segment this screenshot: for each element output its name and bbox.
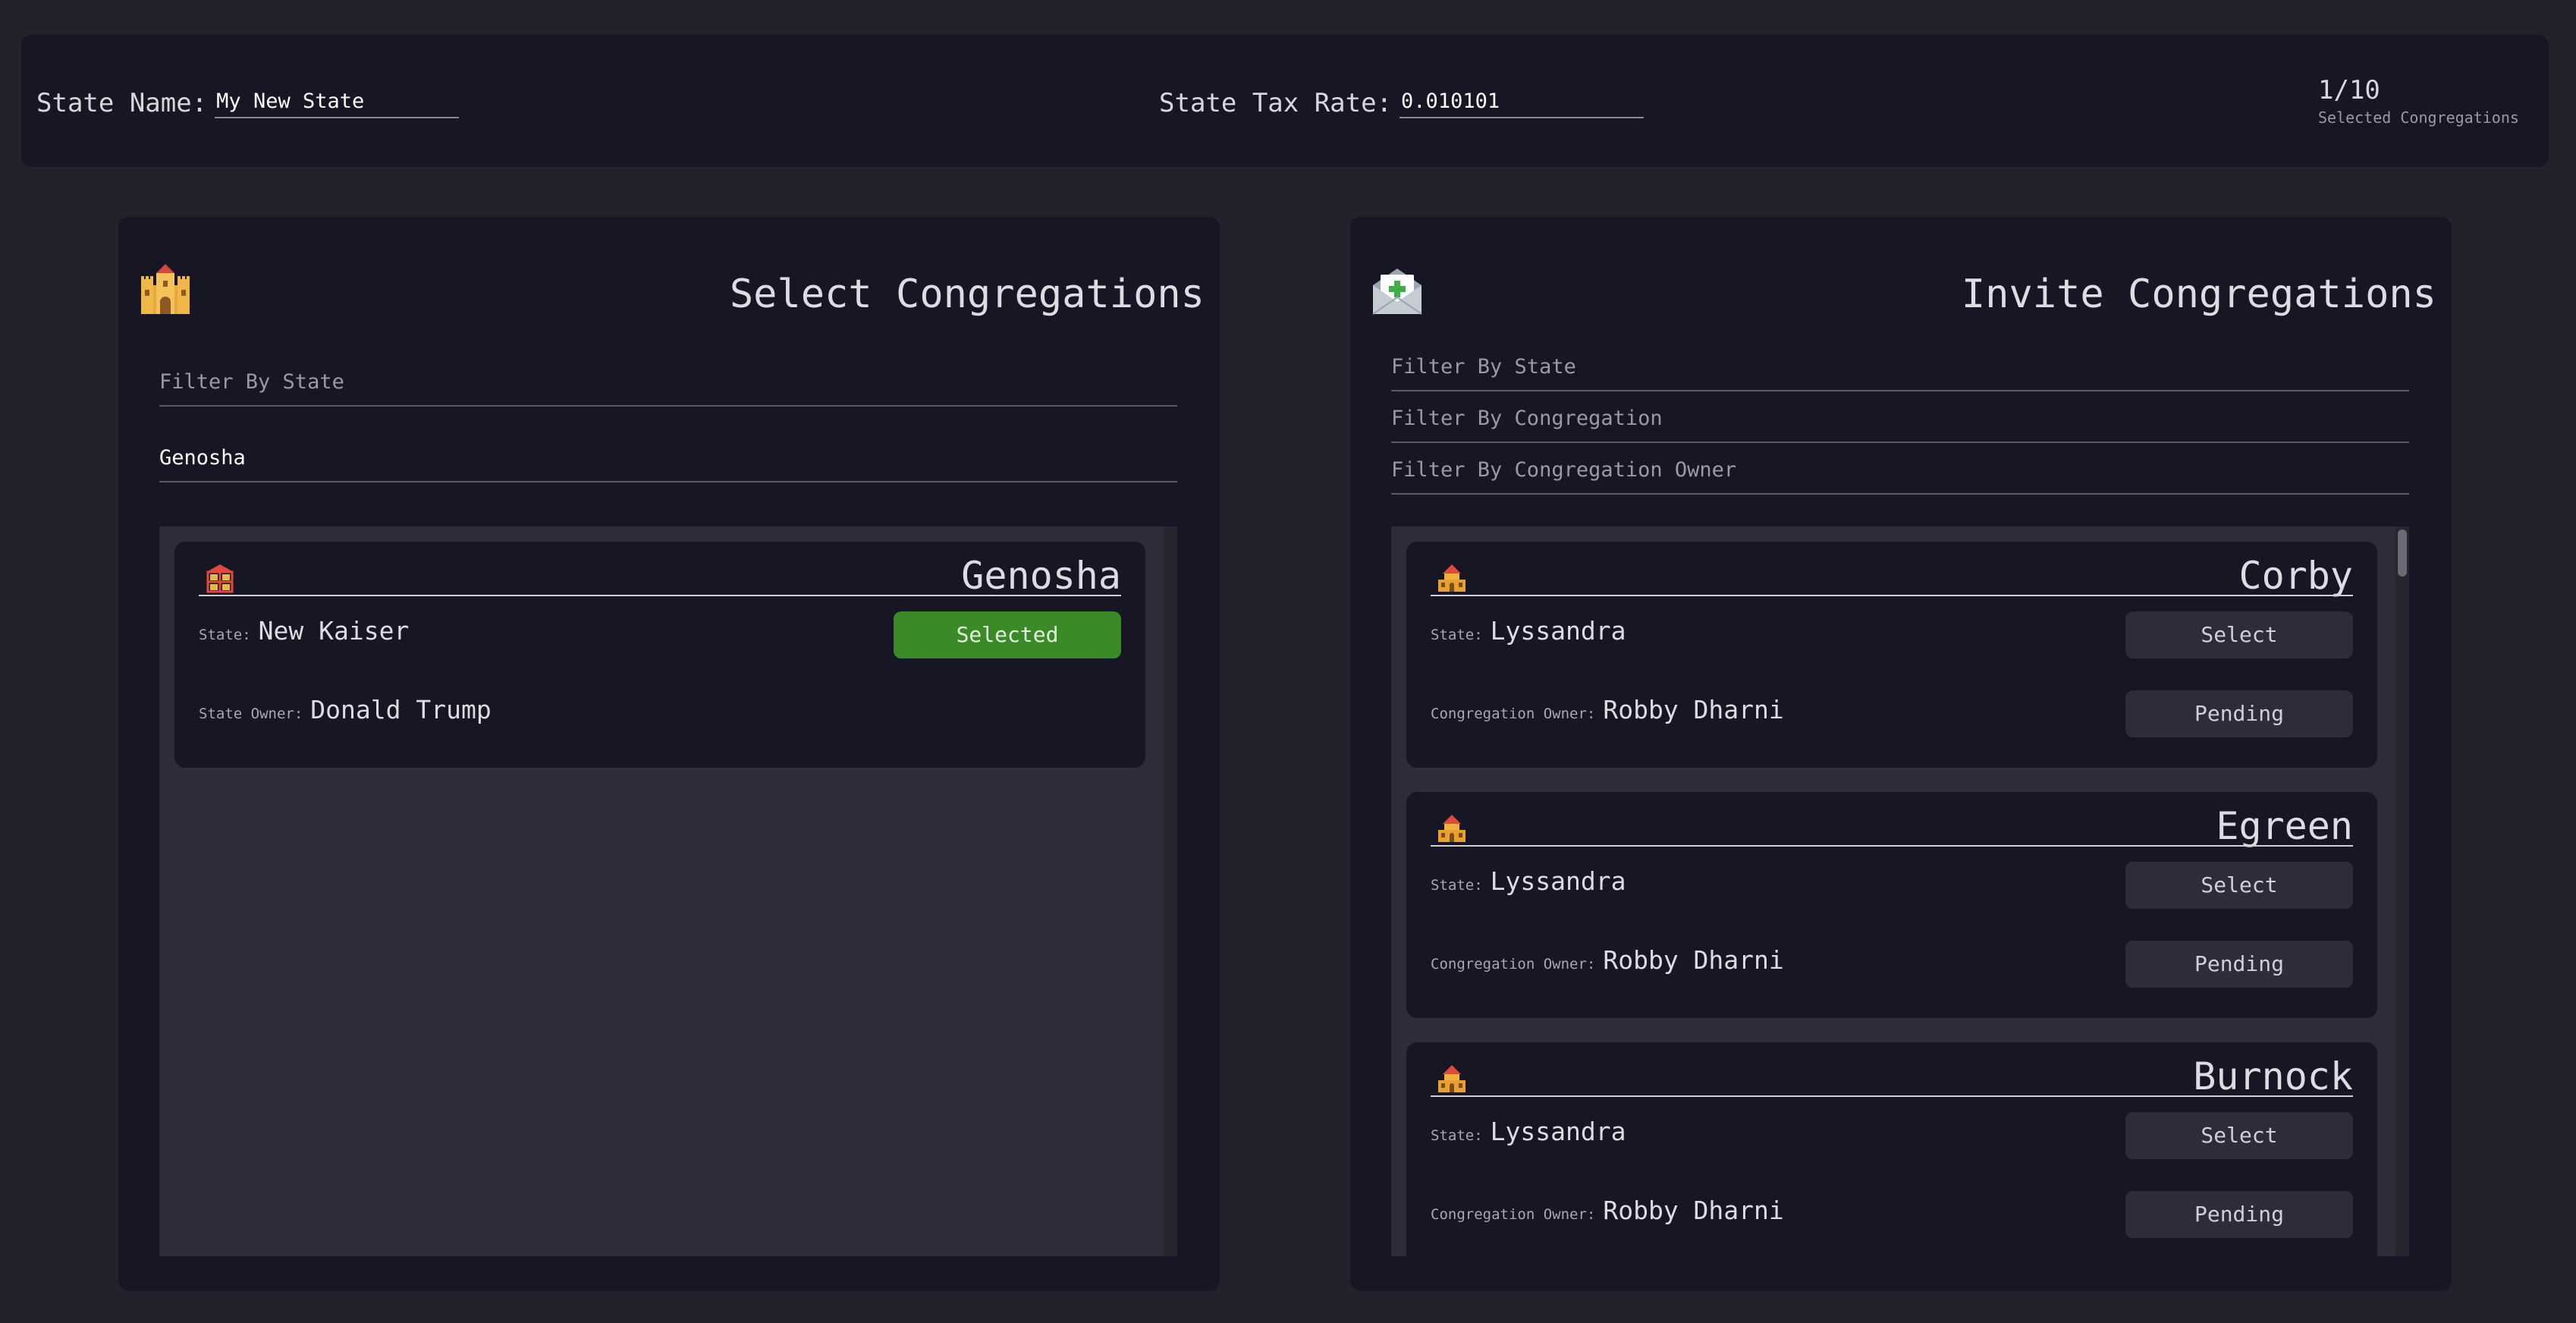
owner-value: Robby Dharni bbox=[1603, 1196, 1784, 1225]
card-title: Egreen bbox=[2216, 804, 2353, 848]
state-row: State: Lyssandra bbox=[1431, 1117, 1626, 1146]
selected-count-label: Selected Congregations bbox=[2318, 108, 2519, 127]
scrollbar-thumb[interactable] bbox=[2398, 530, 2407, 577]
tax-rate-field: State Tax Rate: 0.010101 bbox=[1159, 85, 1645, 118]
owner-value: Robby Dharni bbox=[1603, 695, 1784, 724]
filter-by-state-input[interactable]: Filter By State bbox=[159, 361, 1177, 407]
envelope-plus-icon bbox=[1372, 269, 1422, 315]
pending-button[interactable]: Pending bbox=[2125, 1191, 2353, 1238]
state-label: State: bbox=[1431, 627, 1483, 643]
invite-panel-title: Invite Congregations bbox=[1961, 272, 2436, 317]
filter-by-owner-input[interactable]: Filter By Congregation Owner bbox=[1391, 449, 2409, 495]
owner-label: Congregation Owner: bbox=[1431, 705, 1596, 722]
state-row: State: Lyssandra bbox=[1431, 616, 1626, 646]
state-value: Lyssandra bbox=[1490, 1117, 1626, 1146]
temple-icon bbox=[1438, 815, 1465, 842]
owner-row: Congregation Owner: Robby Dharni bbox=[1431, 945, 1784, 975]
tax-rate-label: State Tax Rate: bbox=[1159, 88, 1393, 118]
owner-row: State Owner: Donald Trump bbox=[199, 695, 492, 724]
congregation-card: Egreen State: Lyssandra Congregation Own… bbox=[1406, 792, 2377, 1018]
selected-counter: 1/10 Selected Congregations bbox=[2318, 73, 2519, 127]
card-title: Corby bbox=[2238, 554, 2353, 598]
divider bbox=[199, 595, 1121, 596]
selected-button[interactable]: Selected bbox=[894, 611, 1121, 658]
scrollbar[interactable] bbox=[1164, 526, 1177, 1256]
state-label: State: bbox=[1431, 1127, 1483, 1144]
owner-value: Donald Trump bbox=[310, 695, 492, 724]
filter-by-congregation-input[interactable]: Filter By Congregation bbox=[1391, 398, 2409, 443]
select-button[interactable]: Select bbox=[2125, 862, 2353, 909]
state-name-field: State Name: My New State bbox=[36, 85, 460, 118]
scrollbar[interactable] bbox=[2395, 526, 2409, 1256]
congregation-card: Corby State: Lyssandra Congregation Owne… bbox=[1406, 542, 2377, 768]
select-button[interactable]: Select bbox=[2125, 611, 2353, 658]
invite-congregation-list: Corby State: Lyssandra Congregation Owne… bbox=[1391, 526, 2409, 1256]
state-label: State: bbox=[199, 627, 251, 643]
owner-value: Robby Dharni bbox=[1603, 945, 1784, 975]
divider bbox=[1431, 1095, 2353, 1097]
state-row: State: Lyssandra bbox=[1431, 866, 1626, 896]
pending-button[interactable]: Pending bbox=[2125, 690, 2353, 737]
selected-count: 1/10 bbox=[2318, 75, 2380, 105]
divider bbox=[1431, 845, 2353, 847]
owner-label: Congregation Owner: bbox=[1431, 1206, 1596, 1223]
state-name-input[interactable]: My New State bbox=[215, 85, 460, 118]
select-congregations-panel: Select Congregations Filter By State Gen… bbox=[118, 217, 1220, 1291]
shrine-icon bbox=[206, 564, 234, 593]
divider bbox=[1431, 595, 2353, 596]
card-title: Burnock bbox=[2193, 1054, 2353, 1098]
temple-icon bbox=[1438, 1065, 1465, 1092]
state-row: State: New Kaiser bbox=[199, 616, 409, 646]
card-title: Genosha bbox=[961, 554, 1121, 598]
invite-congregations-panel: Invite Congregations Filter By State Fil… bbox=[1350, 217, 2452, 1291]
state-filter-value-input[interactable]: Genosha bbox=[159, 437, 1177, 482]
state-label: State: bbox=[1431, 877, 1483, 894]
owner-row: Congregation Owner: Robby Dharni bbox=[1431, 1196, 1784, 1225]
select-congregation-list: Genosha State: New Kaiser State Owner: D… bbox=[159, 526, 1177, 1256]
state-name-label: State Name: bbox=[36, 88, 208, 118]
owner-label: State Owner: bbox=[199, 705, 303, 722]
congregation-card: Genosha State: New Kaiser State Owner: D… bbox=[174, 542, 1145, 768]
castle-icon bbox=[141, 264, 190, 314]
tax-rate-input[interactable]: 0.010101 bbox=[1400, 85, 1645, 118]
temple-icon bbox=[1438, 564, 1465, 592]
select-panel-title: Select Congregations bbox=[729, 272, 1205, 317]
owner-row: Congregation Owner: Robby Dharni bbox=[1431, 695, 1784, 724]
filter-by-state-input[interactable]: Filter By State bbox=[1391, 346, 2409, 391]
state-value: Lyssandra bbox=[1490, 616, 1626, 646]
state-value: New Kaiser bbox=[258, 616, 410, 646]
state-value: Lyssandra bbox=[1490, 866, 1626, 896]
congregation-card: Burnock State: Lyssandra Congregation Ow… bbox=[1406, 1042, 2377, 1256]
owner-label: Congregation Owner: bbox=[1431, 956, 1596, 973]
pending-button[interactable]: Pending bbox=[2125, 941, 2353, 988]
select-button[interactable]: Select bbox=[2125, 1112, 2353, 1159]
